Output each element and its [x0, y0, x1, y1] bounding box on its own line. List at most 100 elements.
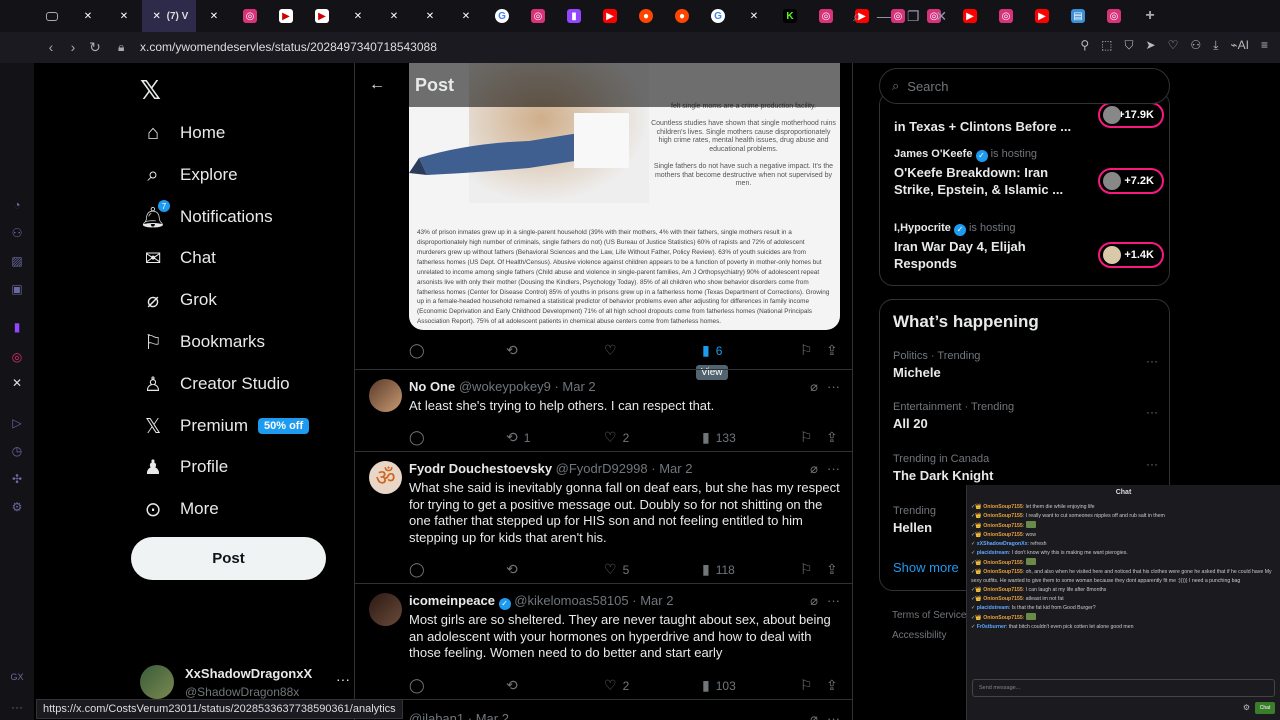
share-button[interactable]: ⇪: [826, 342, 838, 359]
space-item[interactable]: James O'Keefe ✓ is hosting O'Keefe Break…: [894, 148, 1164, 198]
views-button[interactable]: ▮ 103: [702, 677, 736, 694]
grok-topic-icon[interactable]: ⌀: [810, 711, 818, 720]
reload-icon[interactable]: ↻: [84, 39, 106, 56]
tab-x-active[interactable]: ✕ (7) V: [142, 0, 196, 32]
gx-corner-icon[interactable]: ◔: [9, 198, 25, 214]
author-name[interactable]: icomeinpeace: [409, 593, 495, 608]
listeners-pill[interactable]: +17.9K: [1098, 102, 1164, 128]
bookmark-button[interactable]: ⚐: [800, 429, 813, 446]
author-handle[interactable]: @kikelomoas58105: [514, 593, 628, 608]
account-switcher[interactable]: XxShadowDragonxX @ShadowDragon88x ···: [140, 663, 350, 703]
reply-tweet[interactable]: icomeinpeace ✓ @kikelomoas58105 · Mar 2 …: [355, 583, 852, 699]
search-tabs-icon[interactable]: ⌕: [853, 8, 861, 25]
reply-button[interactable]: ◯: [409, 561, 425, 578]
tab-x[interactable]: ✕: [448, 0, 484, 32]
tab-reddit[interactable]: ●: [664, 0, 700, 32]
reply-button[interactable]: ◯: [409, 429, 425, 446]
tab-x[interactable]: ✕: [736, 0, 772, 32]
more-dots-icon[interactable]: ···: [1146, 457, 1158, 471]
ai-button[interactable]: ⌁AI: [1230, 38, 1249, 53]
repost-button[interactable]: ⟲ 1: [506, 429, 530, 446]
post-date[interactable]: · Mar 2: [468, 711, 509, 720]
share-button[interactable]: ⇪: [826, 561, 838, 578]
chat-username[interactable]: OnionSoup7155: [983, 615, 1023, 621]
chat-username[interactable]: OnionSoup7155: [983, 596, 1023, 602]
rail-more-icon[interactable]: ···: [9, 700, 25, 716]
tab-google[interactable]: G: [700, 0, 736, 32]
tab-google[interactable]: G: [484, 0, 520, 32]
history-icon[interactable]: ◷: [9, 444, 25, 460]
back-arrow-icon[interactable]: ‹: [40, 39, 62, 55]
tab-x[interactable]: ✕: [106, 0, 142, 32]
bookmark-button[interactable]: ⚐: [800, 561, 813, 578]
author-handle[interactable]: @jlaban1: [409, 711, 464, 720]
snapshot-icon[interactable]: ⬚: [1101, 38, 1112, 53]
nav-notifications[interactable]: 🔔︎ 7 Notifications: [140, 199, 273, 235]
post-button[interactable]: Post: [131, 537, 326, 580]
play-icon[interactable]: ▷: [9, 416, 25, 432]
instagram-icon[interactable]: ◎: [9, 350, 25, 366]
nav-profile[interactable]: ♟ Profile: [140, 449, 228, 485]
heart-icon[interactable]: ♡: [1168, 38, 1179, 53]
url-field[interactable]: x.com/ywomendeservles/status/20284973407…: [140, 40, 437, 54]
space-item[interactable]: I,Hypocrite ✓ is hosting Iran War Day 4,…: [894, 222, 1164, 272]
author-name[interactable]: No One: [409, 379, 455, 394]
more-dots-icon[interactable]: ···: [1146, 354, 1158, 368]
bookmark-button[interactable]: ⚐: [800, 342, 813, 359]
reply-button[interactable]: ◯: [409, 677, 425, 694]
share-button[interactable]: ⇪: [826, 429, 838, 446]
download-icon[interactable]: ⤓: [1213, 38, 1218, 53]
chat-input[interactable]: Send message...: [972, 679, 1275, 697]
like-button[interactable]: ♡ 5: [604, 561, 629, 578]
menu-icon[interactable]: ≡: [1261, 38, 1268, 53]
like-button[interactable]: ♡ 2: [604, 429, 629, 446]
nav-more[interactable]: ⊙ More: [140, 491, 219, 527]
tab-instagram[interactable]: ◎: [520, 0, 556, 32]
more-dots-icon[interactable]: ···: [336, 671, 350, 687]
repost-button[interactable]: ⟲: [506, 677, 518, 694]
reply-tweet[interactable]: ॐ Fyodr Douchestoevsky @FyodrD92998 · Ma…: [355, 451, 852, 583]
chat-username[interactable]: OnionSoup7155: [983, 523, 1023, 529]
more-dots-icon[interactable]: ···: [827, 379, 840, 394]
chat-send-button[interactable]: Chat: [1255, 702, 1275, 714]
tab-x[interactable]: ✕: [376, 0, 412, 32]
nav-creator-studio[interactable]: ♙ Creator Studio: [140, 366, 290, 402]
views-button[interactable]: ▮ 118: [702, 561, 735, 578]
search-input[interactable]: ⌕ Search: [879, 68, 1170, 104]
grok-topic-icon[interactable]: ⌀: [810, 379, 818, 395]
chat-username[interactable]: OnionSoup7155: [983, 560, 1023, 566]
x-app-icon[interactable]: ✕: [9, 376, 25, 392]
trend-item[interactable]: Politics · Trending Michele ···: [893, 350, 1158, 380]
om-avatar-icon[interactable]: ॐ: [369, 461, 402, 494]
grok-topic-icon[interactable]: ⌀: [810, 593, 818, 609]
show-more-link[interactable]: Show more: [893, 560, 959, 575]
tab-media[interactable]: ▶: [268, 0, 304, 32]
tab-kick[interactable]: K: [772, 0, 808, 32]
tab-generic[interactable]: [34, 0, 70, 32]
terms-link[interactable]: Terms of Service: [892, 606, 966, 626]
gear-icon[interactable]: ⚙: [1243, 703, 1250, 712]
gx-icon[interactable]: GX: [9, 672, 25, 688]
chat-username[interactable]: OnionSoup7155: [983, 513, 1023, 519]
chat-username[interactable]: Fr0stburner: [977, 624, 1006, 630]
bot-icon[interactable]: ⚇: [9, 226, 25, 242]
tab-twitch[interactable]: ▮: [556, 0, 592, 32]
player-icon[interactable]: ▣: [9, 282, 25, 298]
accessibility-link[interactable]: Accessibility: [892, 626, 966, 646]
author-handle[interactable]: @FyodrD92998: [556, 461, 648, 476]
nav-premium[interactable]: 𝕏 Premium 50% off: [140, 408, 310, 444]
chat-username[interactable]: placidstream: [977, 605, 1009, 611]
nav-home[interactable]: ⌂ Home: [140, 115, 225, 151]
send-icon[interactable]: ➤: [1146, 38, 1156, 53]
tab-reddit[interactable]: ●: [628, 0, 664, 32]
views-button[interactable]: ▮ 133: [702, 429, 736, 446]
listeners-pill[interactable]: +7.2K: [1098, 168, 1164, 194]
avatar[interactable]: [369, 379, 402, 412]
more-dots-icon[interactable]: ···: [827, 461, 840, 476]
pin-icon[interactable]: ⚲: [1080, 38, 1089, 53]
nav-chat[interactable]: ✉ Chat: [140, 240, 216, 276]
tab-x[interactable]: ✕: [340, 0, 376, 32]
chat-username[interactable]: placidstream: [977, 550, 1009, 556]
trend-item[interactable]: Trending in Canada The Dark Knight ···: [893, 453, 1158, 483]
reply-tweet[interactable]: No One @wokeypokey9 · Mar 2 ⌀ ··· At lea…: [355, 369, 852, 451]
